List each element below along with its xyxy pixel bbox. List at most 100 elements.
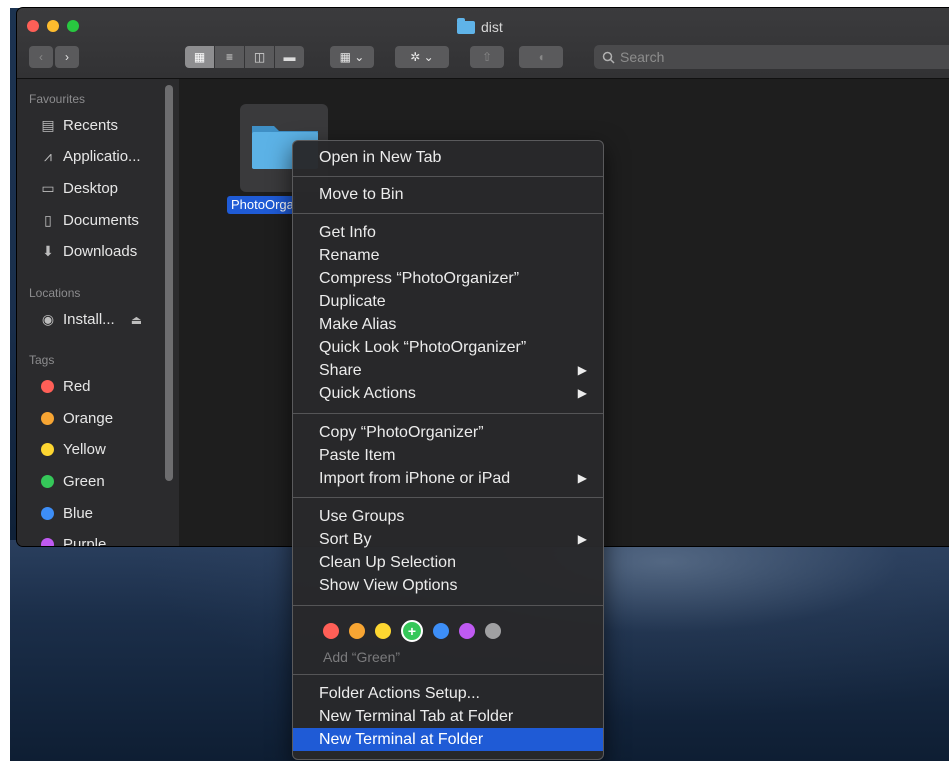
group-button[interactable]: ▦ ⌄ [330,46,374,68]
submenu-arrow-icon: ▶ [577,363,587,377]
menu-item-quick-actions[interactable]: Quick Actions ▶ [293,382,603,405]
gray-tag-option[interactable] [485,623,501,639]
sidebar-item-label: Applicatio... [63,148,141,165]
sidebar-tag-red[interactable]: Red [39,378,91,395]
sidebar-item-downloads[interactable]: ⬇ Downloads [39,243,137,260]
sidebar-tag-yellow[interactable]: Yellow [39,441,106,458]
menu-item-quick-look[interactable]: Quick Look “PhotoOrganizer” [293,336,603,359]
sidebar-item-applications[interactable]: ⩘ Applicatio... [39,148,141,165]
orange-tag-option[interactable] [349,623,365,639]
menu-item-get-info[interactable]: Get Info [293,221,603,244]
sidebar-item-label: Install... [63,311,115,328]
sidebar-item-install[interactable]: ◉ Install... ⏏ [39,311,142,328]
gallery-view-button[interactable]: ▬ [275,46,304,68]
view-mode-control: ▦ ≡ ◫ ▬ [185,46,304,68]
green-tag-dot-icon [41,475,54,488]
search-placeholder: Search [620,49,665,65]
menu-item-label: Import from iPhone or iPad [319,470,511,487]
menu-item-duplicate[interactable]: Duplicate [293,290,603,313]
yellow-tag-dot-icon [41,443,54,456]
menu-item-new-terminal-tab[interactable]: New Terminal Tab at Folder [293,705,603,728]
red-tag-option[interactable] [323,623,339,639]
column-view-button[interactable]: ◫ [245,46,274,68]
context-menu: Open in New Tab Move to Bin Get Info Ren… [292,140,604,760]
sidebar: Favourites ▤ Recents ⩘ Applicatio... ▭ Desk… [17,79,179,546]
purple-tag-option[interactable] [459,623,475,639]
titlebar: dist ‹ › ▦ ≡ ◫ ▬ ▦ ⌄ ✲ ⌄ ⇧ ◖ Search [17,8,949,79]
tag-color-picker: + [323,620,501,642]
gallery-icon: ▬ [283,50,296,64]
menu-separator [293,605,603,606]
sidebar-item-desktop[interactable]: ▭ Desktop [39,180,118,197]
sidebar-item-documents[interactable]: ▯ Documents [39,212,139,229]
menu-item-new-terminal[interactable]: New Terminal at Folder [293,728,603,751]
menu-item-show-view-options[interactable]: Show View Options [293,574,603,597]
menu-item-compress[interactable]: Compress “PhotoOrganizer” [293,267,603,290]
menu-item-folder-actions-setup[interactable]: Folder Actions Setup... [293,682,603,705]
menu-item-rename[interactable]: Rename [293,244,603,267]
menu-item-label: Quick Actions [319,385,416,402]
green-tag-option[interactable]: + [401,620,423,642]
icon-grid-icon: ▦ [193,50,206,64]
menu-item-move-to-bin[interactable]: Move to Bin [293,183,603,206]
close-button[interactable] [27,20,39,32]
menu-item-open-in-new-tab[interactable]: Open in New Tab [293,146,603,169]
group-icon: ▦ ⌄ [339,50,365,64]
desktop-icon: ▭ [41,180,55,196]
recents-icon: ▤ [41,117,55,133]
submenu-arrow-icon: ▶ [577,386,587,400]
back-arrow-icon: ‹ [39,50,43,64]
menu-item-copy[interactable]: Copy “PhotoOrganizer” [293,421,603,444]
screen-border [0,0,949,8]
orange-tag-dot-icon [41,412,54,425]
tag-icon: ◖ [537,50,545,64]
menu-item-paste-item[interactable]: Paste Item [293,444,603,467]
back-button[interactable]: ‹ [29,46,53,68]
edit-tags-button[interactable]: ◖ [519,46,563,68]
action-button[interactable]: ✲ ⌄ [395,46,449,68]
menu-item-clean-up-selection[interactable]: Clean Up Selection [293,551,603,574]
columns-icon: ◫ [253,50,266,64]
favourites-header: Favourites [29,92,86,106]
yellow-tag-option[interactable] [375,623,391,639]
sidebar-tag-purple[interactable]: Purple [39,536,106,546]
sidebar-item-label: Documents [63,212,139,229]
sidebar-item-label: Desktop [63,180,119,197]
search-field[interactable]: Search [594,45,949,69]
window-title: dist [457,17,503,35]
sidebar-item-label: Orange [63,410,114,427]
zoom-button[interactable] [67,20,79,32]
disk-icon: ◉ [41,311,55,327]
share-button[interactable]: ⇧ [470,46,504,68]
sidebar-item-label: Blue [63,505,94,522]
sidebar-tag-green[interactable]: Green [39,473,105,490]
downloads-icon: ⬇ [42,243,54,259]
menu-separator [293,674,603,675]
eject-icon[interactable]: ⏏ [131,313,142,327]
menu-separator [293,213,603,214]
minimize-button[interactable] [47,20,59,32]
purple-tag-dot-icon [41,538,54,546]
submenu-arrow-icon: ▶ [577,471,587,485]
menu-item-sort-by[interactable]: Sort By ▶ [293,528,603,551]
sidebar-tag-orange[interactable]: Orange [39,410,113,427]
menu-item-use-groups[interactable]: Use Groups [293,505,603,528]
submenu-arrow-icon: ▶ [577,532,587,546]
menu-item-share[interactable]: Share ▶ [293,359,603,382]
menu-item-make-alias[interactable]: Make Alias [293,313,603,336]
icon-view-button[interactable]: ▦ [185,46,214,68]
sidebar-item-recents[interactable]: ▤ Recents [39,117,118,134]
menu-item-label: Sort By [319,531,372,548]
menu-item-import-from-iphone[interactable]: Import from iPhone or iPad ▶ [293,467,603,490]
blue-tag-option[interactable] [433,623,449,639]
gear-icon: ✲ ⌄ [410,50,434,64]
sidebar-item-label: Recents [63,117,119,134]
forward-button[interactable]: › [55,46,79,68]
folder-name-label[interactable]: PhotoOrganizer [227,196,295,214]
red-tag-dot-icon [41,380,54,393]
list-view-button[interactable]: ≡ [215,46,244,68]
sidebar-scrollbar[interactable] [165,85,173,481]
sidebar-tag-blue[interactable]: Blue [39,505,93,522]
sidebar-item-label: Green [63,473,105,490]
add-tag-hint: Add “Green” [323,649,401,665]
